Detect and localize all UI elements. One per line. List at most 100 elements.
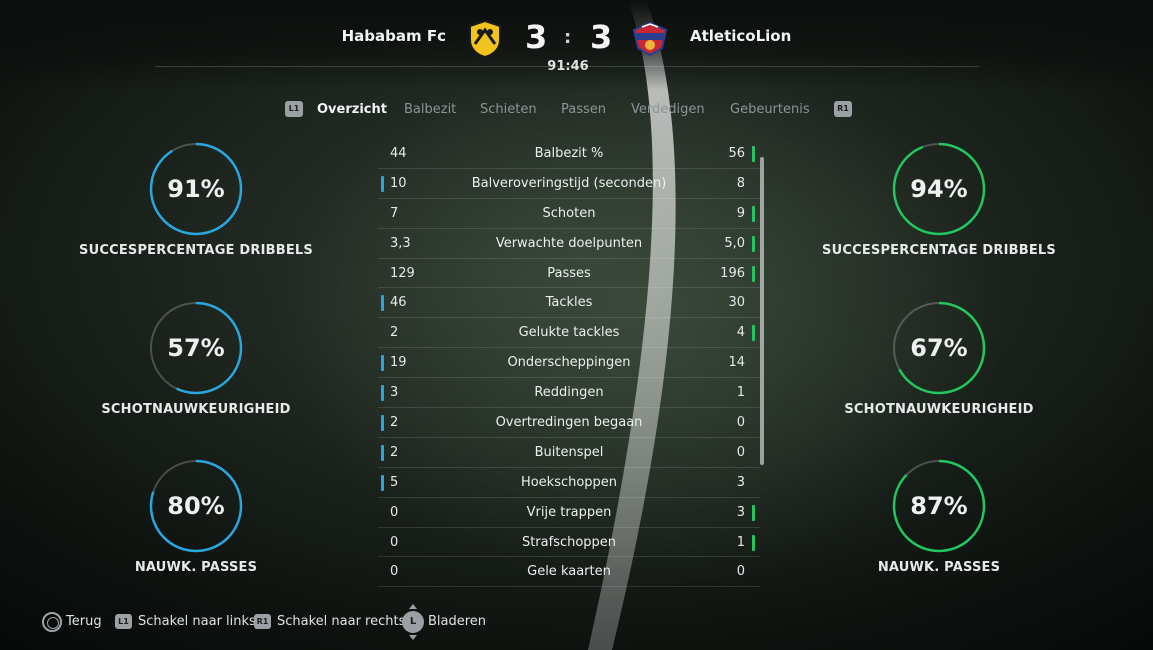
stat-label: Vrije trappen (526, 504, 612, 520)
stat-label: Verwachte doelpunten (495, 235, 643, 251)
stats-table[interactable]: 44 Balbezit % 56 10 Balveroveringstijd (seco… (378, 139, 760, 588)
away-stat-value: 14 (728, 355, 745, 371)
away-dribble-label: SUCCESPERCENTAGE DRIBBELS (822, 243, 1056, 258)
switch-right-hint-label[interactable]: Schakel naar rechts (277, 614, 405, 629)
scroll-hint-label[interactable]: Bladeren (428, 614, 486, 629)
away-stat-value: 4 (736, 325, 745, 341)
away-leader-bar (752, 235, 755, 252)
stat-label: Tackles (545, 295, 593, 311)
stat-row: 44 Balbezit % 56 (378, 139, 760, 169)
stat-row: 0 Strafschoppen 1 (378, 528, 760, 558)
home-pass-accuracy-label: NAUWK. PASSES (134, 560, 258, 575)
away-shot-accuracy-value: 67% (910, 334, 968, 362)
bee-crest-icon (468, 19, 502, 59)
home-team-name: Hababam Fc (341, 27, 446, 45)
stat-label: Overtredingen begaan (495, 415, 643, 431)
header-divider (155, 66, 979, 67)
home-pass-accuracy-ring: 80% (148, 458, 244, 554)
home-pass-accuracy-value: 80% (167, 492, 225, 520)
away-pass-accuracy-value: 87% (910, 492, 968, 520)
away-stat-value: 5,0 (724, 235, 745, 251)
back-hint-label[interactable]: Terug (66, 614, 102, 629)
away-leader-bar (752, 534, 755, 551)
away-stat-value: 1 (736, 534, 745, 550)
stat-row: 7 Schoten 9 (378, 199, 760, 229)
away-stat-value: 8 (736, 175, 745, 191)
away-score: 3 (590, 18, 613, 56)
away-leader-bar (752, 205, 755, 222)
stat-label: Balveroveringstijd (seconden) (471, 175, 667, 191)
away-stat-value: 3 (736, 504, 745, 520)
stat-row: 3 Reddingen 1 (378, 378, 760, 409)
tab-overzicht[interactable]: Overzicht (317, 102, 387, 117)
stat-row: 2 Gelukte tackles 4 (378, 318, 760, 349)
stat-row: 3,3 Verwachte doelpunten 5,0 (378, 229, 760, 259)
scoreboard: Hababam Fc 3 : 3 AtleticoLion 91:46 (0, 18, 1153, 78)
stat-label: Gelukte tackles (518, 325, 620, 341)
away-dribble-ring: 94% (891, 141, 987, 237)
switch-left-hint-label[interactable]: Schakel naar links (138, 614, 256, 629)
button-hints: Terug L1 Schakel naar links R1 Schakel n… (0, 604, 1153, 644)
l1-button-icon[interactable]: L1 (285, 101, 303, 117)
stats-scrollbar[interactable] (760, 157, 764, 465)
away-stat-value: 1 (736, 385, 745, 401)
stat-label: Balbezit % (534, 146, 604, 161)
tab-balbezit[interactable]: Balbezit (404, 102, 456, 117)
away-stat-value: 196 (720, 265, 745, 281)
stat-row: 2 Buitenspel 0 (378, 438, 760, 468)
stat-row: 19 Onderscheppingen 14 (378, 348, 760, 379)
away-leader-bar (752, 325, 755, 342)
stat-label: Passes (547, 265, 591, 281)
home-shot-accuracy-value: 57% (167, 334, 225, 362)
tab-gebeurtenis[interactable]: Gebeurtenis (730, 102, 810, 117)
stat-row: 0 Vrije trappen 3 (378, 498, 760, 528)
away-leader-bar (752, 146, 755, 162)
stick-down-arrow-icon (409, 635, 417, 640)
away-pass-accuracy-ring: 87% (891, 458, 987, 554)
r1-button-icon[interactable]: R1 (834, 101, 852, 117)
away-shot-accuracy-ring: 67% (891, 300, 987, 396)
stat-label: Schoten (542, 205, 596, 221)
away-stat-value: 30 (728, 295, 745, 311)
away-stat-value: 3 (736, 474, 745, 490)
tab-schieten[interactable]: Schieten (480, 102, 537, 117)
away-team-name: AtleticoLion (690, 27, 792, 45)
away-leader-bar (752, 265, 755, 282)
stat-row: 5 Hoekschoppen 3 (378, 468, 760, 498)
away-stat-value: 9 (736, 205, 745, 221)
away-pass-accuracy-label: NAUWK. PASSES (877, 560, 1001, 575)
tab-passen[interactable]: Passen (561, 102, 606, 117)
stat-row: 46 Tackles 30 (378, 288, 760, 319)
stat-label: Buitenspel (534, 444, 604, 460)
score-separator: : (564, 27, 572, 48)
stat-row: 2 Overtredingen begaan 0 (378, 408, 760, 438)
away-stat-value: 56 (728, 146, 745, 161)
stat-label: Onderscheppingen (507, 355, 631, 371)
lion-crest-icon (632, 21, 668, 57)
stat-label: Strafschoppen (521, 534, 617, 550)
stat-row: 0 Gele kaarten 0 (378, 557, 760, 588)
away-stat-value: 0 (736, 415, 745, 431)
l1-hint-icon[interactable]: L1 (115, 614, 132, 629)
stick-up-arrow-icon (409, 604, 417, 609)
tab-verdedigen[interactable]: Verdedigen (631, 102, 705, 117)
stat-row: 129 Passes 196 (378, 259, 760, 289)
home-shot-accuracy-ring: 57% (148, 300, 244, 396)
home-shot-accuracy-label: SCHOTNAUWKEURIGHEID (101, 402, 291, 417)
away-shot-accuracy-label: SCHOTNAUWKEURIGHEID (844, 402, 1034, 417)
home-score: 3 (525, 18, 548, 56)
away-stat-value: 0 (736, 564, 745, 580)
circle-button-icon[interactable] (42, 612, 62, 632)
home-dribble-ring: 91% (148, 141, 244, 237)
away-dribble-value: 94% (910, 175, 968, 203)
away-stat-value: 0 (736, 444, 745, 460)
stat-label: Hoekschoppen (520, 474, 618, 490)
tab-bar: L1 Overzicht Balbezit Schieten Passen Ve… (0, 101, 1153, 121)
stat-row: 10 Balveroveringstijd (seconden) 8 (378, 169, 760, 199)
left-stick-icon[interactable]: L (402, 611, 424, 633)
stat-label: Reddingen (534, 385, 604, 401)
stat-label: Gele kaarten (527, 564, 611, 580)
home-dribble-label: SUCCESPERCENTAGE DRIBBELS (79, 243, 313, 258)
r1-hint-icon[interactable]: R1 (254, 614, 271, 629)
home-dribble-value: 91% (167, 175, 225, 203)
